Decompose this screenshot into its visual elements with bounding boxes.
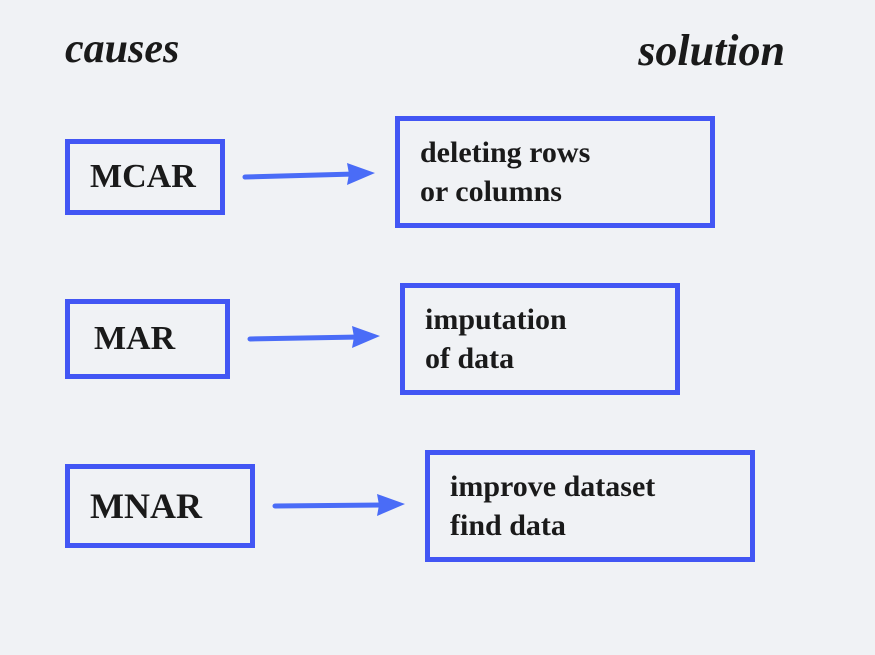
solution-header: solution — [638, 25, 785, 76]
solution-line1: imputation — [425, 300, 655, 339]
solution-line2: or columns — [420, 172, 690, 211]
row-mnar: MNAR improve dataset find data — [0, 450, 875, 562]
causes-header: causes — [65, 25, 179, 76]
solution-line1: deleting rows — [420, 133, 690, 172]
solution-line2: of data — [425, 339, 655, 378]
row-mar: MAR imputation of data — [0, 283, 875, 395]
diagram-rows: MCAR deleting rows or columns MAR imputa… — [0, 76, 875, 562]
solution-box-mar: imputation of data — [400, 283, 680, 395]
arrow-icon — [255, 486, 425, 526]
solution-box-mnar: improve dataset find data — [425, 450, 755, 562]
cause-box-mnar: MNAR — [65, 464, 255, 548]
cause-box-mar: MAR — [65, 299, 230, 379]
solution-line2: find data — [450, 506, 730, 545]
arrow-icon — [225, 157, 395, 197]
cause-label: MAR — [94, 320, 175, 357]
row-mcar: MCAR deleting rows or columns — [0, 126, 875, 228]
cause-label: MCAR — [90, 158, 196, 195]
cause-box-mcar: MCAR — [65, 139, 225, 215]
arrow-icon — [230, 319, 400, 359]
header-row: causes solution — [0, 0, 875, 76]
solution-box-mcar: deleting rows or columns — [395, 116, 715, 228]
solution-line1: improve dataset — [450, 467, 730, 506]
cause-label: MNAR — [90, 486, 202, 526]
